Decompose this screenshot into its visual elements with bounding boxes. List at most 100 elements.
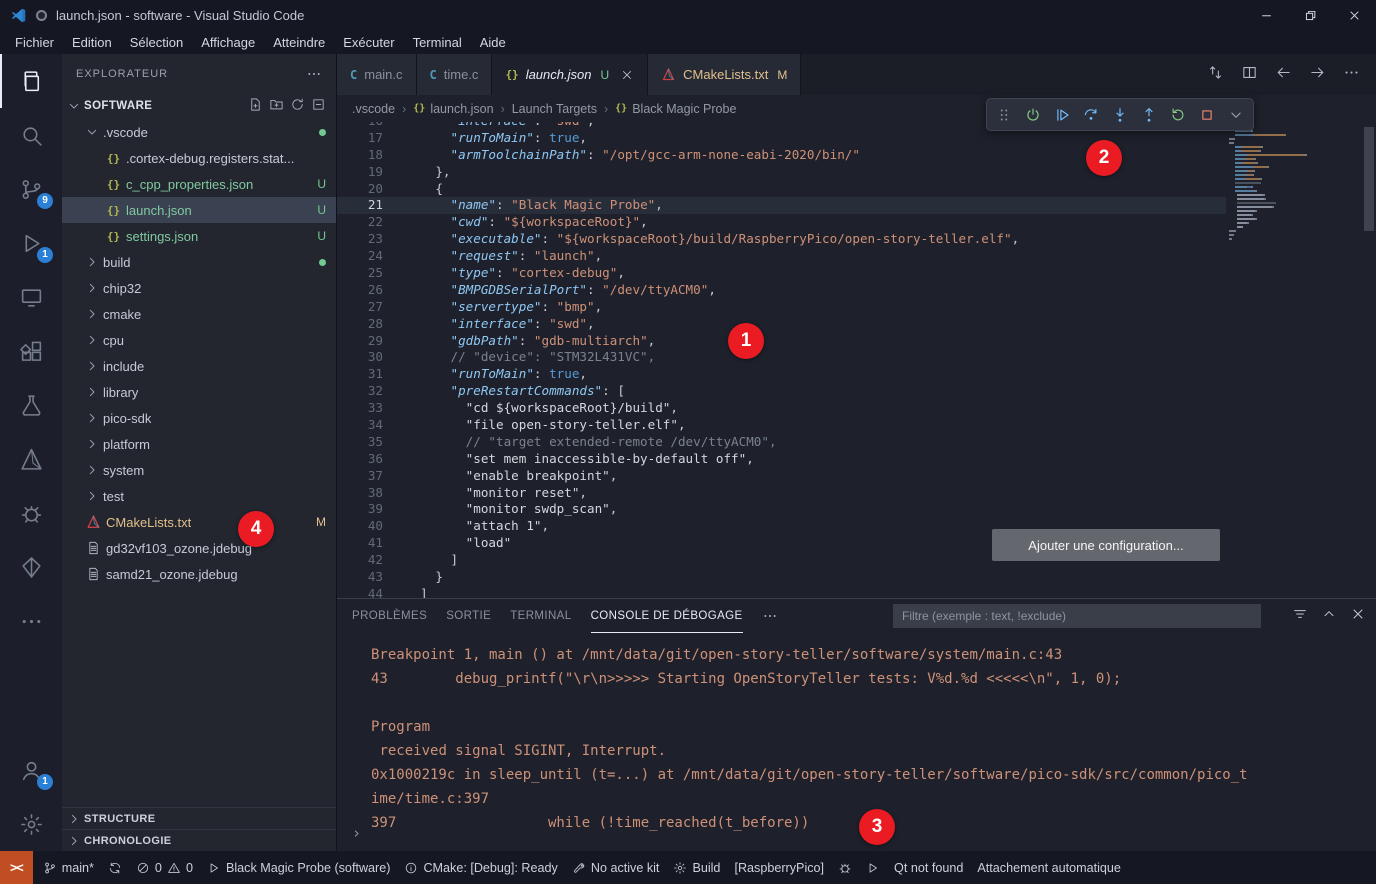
ellipsis-icon[interactable] <box>1343 64 1360 86</box>
status-cmake-kit[interactable]: No active kit <box>565 851 667 884</box>
status-debug-launch-config[interactable]: Black Magic Probe (software) <box>200 851 397 884</box>
activity-accounts[interactable]: 1 <box>0 743 62 797</box>
line-number[interactable]: 42 <box>337 552 383 569</box>
close-icon[interactable] <box>1350 606 1366 627</box>
split-editor-icon[interactable] <box>1241 64 1258 86</box>
panel-tab-terminal[interactable]: TERMINAL <box>510 599 571 633</box>
add-configuration-button[interactable]: Ajouter une configuration... <box>992 529 1220 561</box>
activity-remote-explorer[interactable] <box>0 270 62 324</box>
status-auto-attach[interactable]: Attachement automatique <box>970 851 1128 884</box>
line-number[interactable]: 35 <box>337 434 383 451</box>
tree-item-pico-sdk[interactable]: pico-sdk <box>62 405 336 431</box>
line-number[interactable]: 17 <box>337 130 383 147</box>
menu-item-terminal[interactable]: Terminal <box>404 33 471 52</box>
panel-tab-sortie[interactable]: SORTIE <box>446 599 491 633</box>
tab-time-c[interactable]: Ctime.c <box>417 54 493 95</box>
tree-item-include[interactable]: include <box>62 353 336 379</box>
line-number[interactable]: 39 <box>337 501 383 518</box>
tree-item-platform[interactable]: platform <box>62 431 336 457</box>
tree-item-gd32vf103-ozone-jdebug[interactable]: gd32vf103_ozone.jdebug <box>62 535 336 561</box>
activity-search[interactable] <box>0 108 62 162</box>
breadcrumb-item-black-magic-probe[interactable]: {}Black Magic Probe <box>615 102 736 116</box>
new-folder-icon[interactable] <box>269 97 284 115</box>
tree-item-test[interactable]: test <box>62 483 336 509</box>
line-number[interactable]: 26 <box>337 282 383 299</box>
tree-item-vscode[interactable]: .vscode <box>62 119 336 145</box>
activity-settings[interactable] <box>0 797 62 851</box>
tree-item-build[interactable]: build <box>62 249 336 275</box>
section-software[interactable]: SOFTWARE <box>62 93 336 119</box>
arrow-right-icon[interactable] <box>1309 64 1326 86</box>
line-number[interactable]: 24 <box>337 248 383 265</box>
line-number[interactable]: 41 <box>337 535 383 552</box>
line-number[interactable]: 19 <box>337 164 383 181</box>
line-number[interactable]: 44 <box>337 586 383 598</box>
chevron-up-icon[interactable] <box>1321 606 1337 627</box>
minimize-button[interactable] <box>1244 0 1288 30</box>
tab-cmakelists-txt[interactable]: CMakeLists.txtM <box>648 54 801 95</box>
scrollbar-thumb[interactable] <box>1364 127 1374 231</box>
status-cmake-run[interactable] <box>859 851 887 884</box>
menu-item-ex-cuter[interactable]: Exécuter <box>334 33 403 52</box>
tree-item-system[interactable]: system <box>62 457 336 483</box>
line-number[interactable]: 29 <box>337 333 383 350</box>
menu-item-edition[interactable]: Edition <box>63 33 121 52</box>
close-button[interactable] <box>1332 0 1376 30</box>
breadcrumb-item-launch-targets[interactable]: Launch Targets <box>512 102 597 116</box>
menu-item-atteindre[interactable]: Atteindre <box>264 33 334 52</box>
line-number[interactable]: 40 <box>337 518 383 535</box>
status-cmake-launch-target[interactable]: [RaspberryPico] <box>727 851 831 884</box>
debug-filter-input[interactable] <box>893 604 1261 628</box>
minimap[interactable] <box>1229 126 1354 242</box>
editor-scrollbar[interactable] <box>1362 122 1376 598</box>
status-qt-status[interactable]: Qt not found <box>887 851 970 884</box>
remote-indicator[interactable]: >< <box>0 851 33 884</box>
tree-item-cmake[interactable]: cmake <box>62 301 336 327</box>
tree-item-cortex-debug-registers-stat[interactable]: {}.cortex-debug.registers.stat... <box>62 145 336 171</box>
step-over-button[interactable] <box>1082 106 1100 124</box>
tree-item-cmakelists-txt[interactable]: CMakeLists.txtM <box>62 509 336 535</box>
tree-item-chip32[interactable]: chip32 <box>62 275 336 301</box>
line-number[interactable]: 18 <box>337 147 383 164</box>
line-number[interactable]: 38 <box>337 485 383 502</box>
line-number[interactable]: 21 <box>337 197 383 214</box>
tree-item-c-cpp-properties-json[interactable]: {}c_cpp_properties.jsonU <box>62 171 336 197</box>
activity-source-control[interactable]: 9 <box>0 162 62 216</box>
menu-item-affichage[interactable]: Affichage <box>192 33 264 52</box>
line-number[interactable]: 28 <box>337 316 383 333</box>
menu-item-s-lection[interactable]: Sélection <box>121 33 192 52</box>
line-number[interactable]: 34 <box>337 417 383 434</box>
tab-launch-json[interactable]: {}launch.jsonU <box>492 54 648 95</box>
step-into-button[interactable] <box>1111 106 1129 124</box>
activity-cmake-tools[interactable] <box>0 432 62 486</box>
status-sync[interactable] <box>101 851 129 884</box>
pause-button[interactable] <box>1024 106 1042 124</box>
status-cmake-debug[interactable] <box>831 851 859 884</box>
tree-item-settings-json[interactable]: {}settings.jsonU <box>62 223 336 249</box>
tree-item-samd21-ozone-jdebug[interactable]: samd21_ozone.jdebug <box>62 561 336 587</box>
line-number[interactable]: 31 <box>337 366 383 383</box>
new-file-icon[interactable] <box>248 97 263 115</box>
menu-item-aide[interactable]: Aide <box>471 33 515 52</box>
code-editor[interactable]: 16 "interface": "swd",17 "runToMain": tr… <box>337 122 1376 598</box>
stop-button[interactable] <box>1198 106 1216 124</box>
activity-explorer[interactable] <box>0 54 62 108</box>
status-problems[interactable]: 00 <box>129 851 200 884</box>
line-number[interactable]: 33 <box>337 400 383 417</box>
more-button[interactable] <box>1227 106 1245 124</box>
line-number[interactable]: 36 <box>337 451 383 468</box>
arrow-left-icon[interactable] <box>1275 64 1292 86</box>
status-git-branch[interactable]: main* <box>36 851 101 884</box>
activity-testing[interactable] <box>0 378 62 432</box>
line-number[interactable]: 32 <box>337 383 383 400</box>
status-cmake-build[interactable]: Build <box>666 851 727 884</box>
menu-item-fichier[interactable]: Fichier <box>6 33 63 52</box>
line-number[interactable]: 23 <box>337 231 383 248</box>
breadcrumb-item-launch-json[interactable]: {}launch.json <box>413 102 493 116</box>
panel-tab-console-de-d-bogage[interactable]: CONSOLE DE DÉBOGAGE <box>591 599 743 633</box>
restore-button[interactable] <box>1288 0 1332 30</box>
line-number[interactable]: 30 <box>337 349 383 366</box>
line-number[interactable]: 37 <box>337 468 383 485</box>
tab-main-c[interactable]: Cmain.c <box>337 54 417 95</box>
line-number[interactable]: 43 <box>337 569 383 586</box>
